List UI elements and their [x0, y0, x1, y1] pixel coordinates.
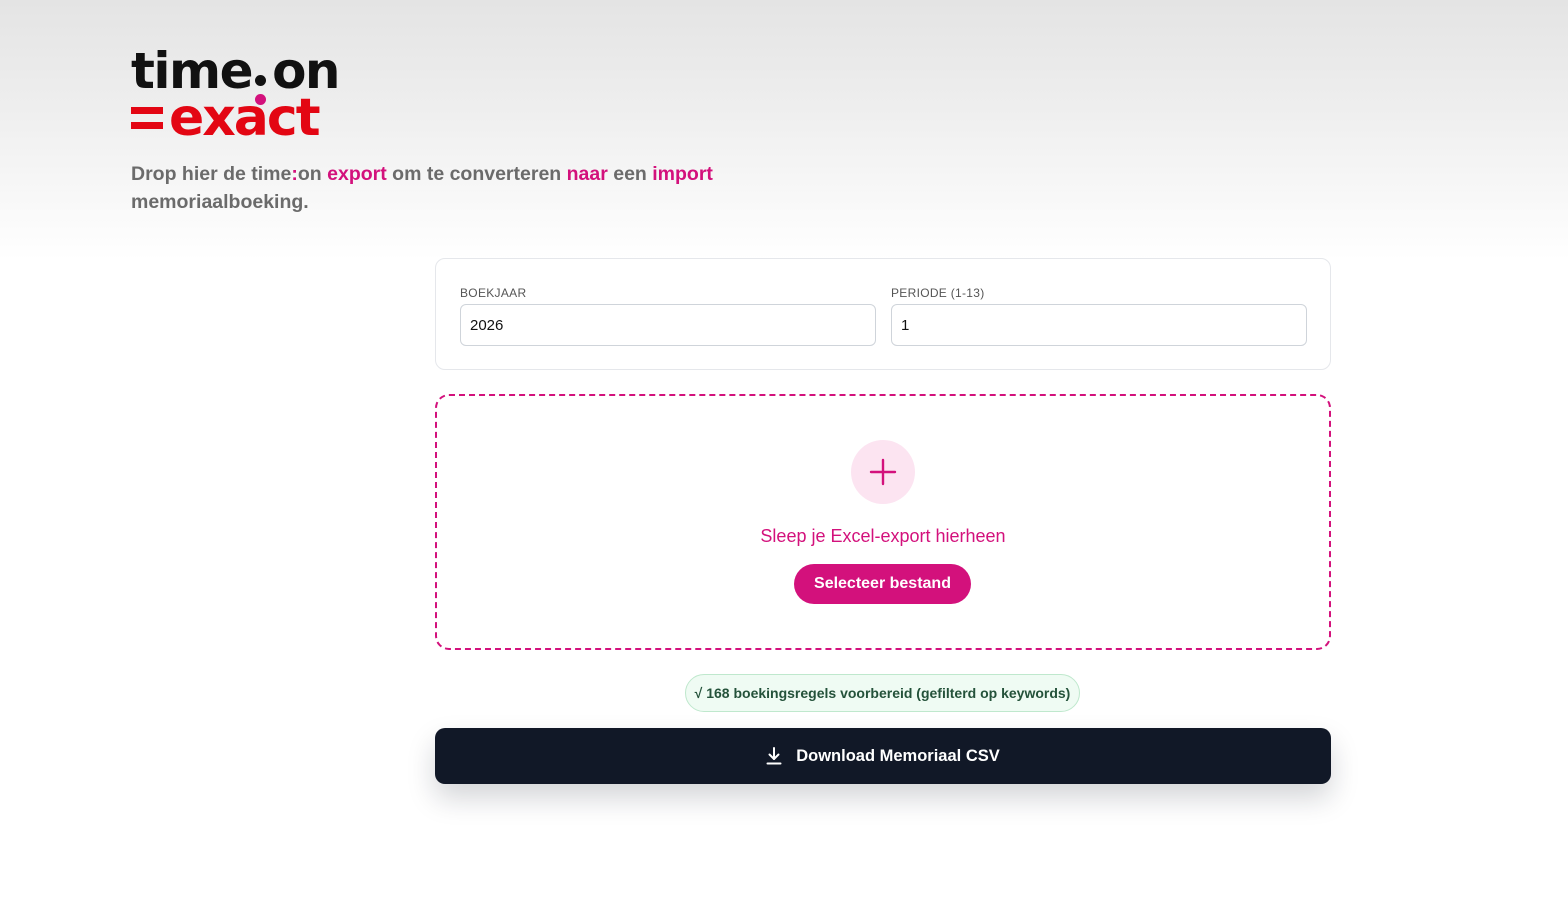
logo-exact-text: exact [169, 88, 321, 148]
tagline-text: memoriaalboeking. [131, 191, 309, 213]
tagline-highlight-export: export [327, 163, 387, 185]
dropzone-text: Sleep je Excel-export hierheen [760, 526, 1006, 546]
download-icon [766, 747, 782, 765]
boekjaar-input[interactable] [460, 304, 876, 346]
status-badge: √ 168 boekingsregels voorbereid (gefilte… [685, 674, 1080, 712]
download-csv-button[interactable]: Download Memoriaal CSV [435, 728, 1331, 784]
logo: time on exact [131, 44, 341, 148]
status-text: √ 168 boekingsregels voorbereid (gefilte… [694, 685, 1071, 701]
boekjaar-label: BOEKJAAR [460, 286, 527, 300]
tagline-text: Drop hier de time [131, 163, 292, 185]
periode-field: PERIODE (1-13) [891, 285, 1307, 346]
boekjaar-field: BOEKJAAR [460, 285, 876, 346]
tagline-highlight-import: import [652, 163, 713, 185]
tagline-text: on [297, 163, 328, 185]
logo-equals-icon [131, 107, 163, 129]
periode-label: PERIODE (1-13) [891, 286, 985, 300]
select-file-button[interactable]: Selecteer bestand [794, 564, 971, 604]
periode-input[interactable] [891, 304, 1307, 346]
logo-exact: exact [131, 88, 339, 148]
file-dropzone[interactable]: Sleep je Excel-export hierheen Selecteer… [435, 394, 1331, 650]
page-description: Drop hier de time:on export om te conver… [131, 160, 771, 216]
tagline-text: om te converteren [386, 163, 567, 185]
download-label: Download Memoriaal CSV [796, 746, 1000, 765]
logo-colon-icon [255, 75, 269, 105]
plus-icon[interactable] [851, 440, 915, 504]
tagline-text: een [607, 163, 653, 185]
tagline-highlight-naar: naar [566, 163, 608, 185]
booking-settings-card: BOEKJAAR PERIODE (1-13) [435, 258, 1331, 370]
